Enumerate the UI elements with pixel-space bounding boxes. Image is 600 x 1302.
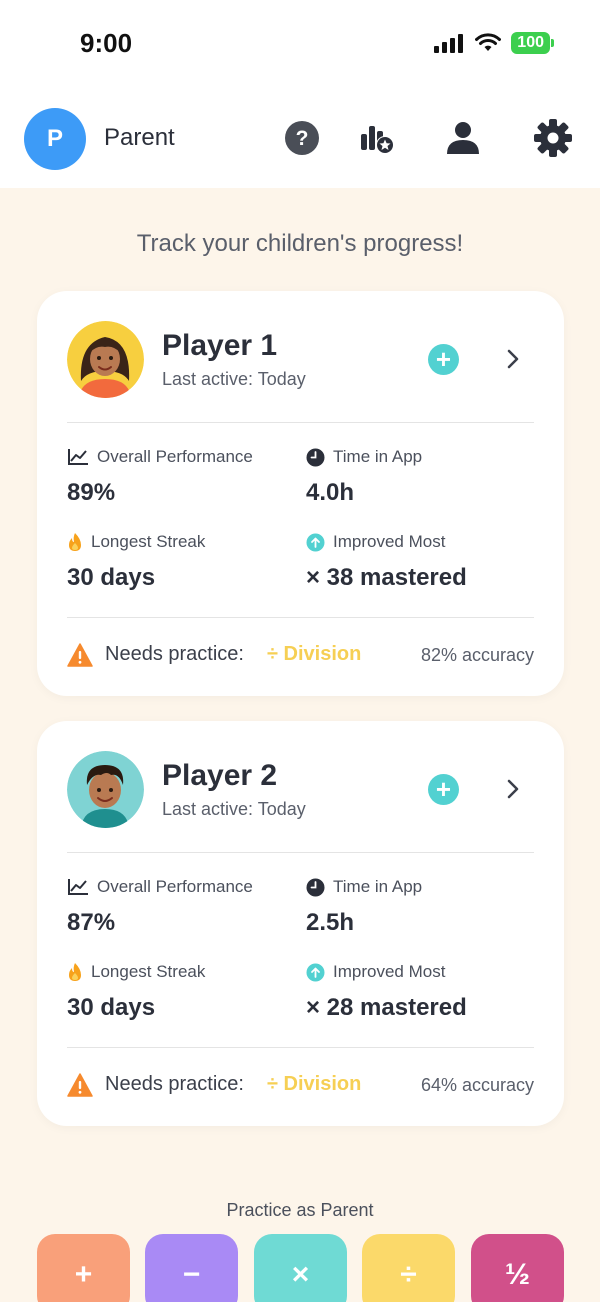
needs-practice: Needs practice: ÷ Division 82% accuracy: [67, 641, 534, 671]
arrow-up-circle-icon: [306, 533, 325, 551]
needs-practice-accuracy: 64% accuracy: [420, 1075, 534, 1095]
longest-streak-value: 30 days: [67, 564, 156, 591]
player-avatar: [67, 321, 144, 398]
flame-icon: [69, 533, 81, 551]
time-in-app-label: Time in App: [306, 447, 422, 467]
subtraction-button[interactable]: −: [145, 1234, 238, 1302]
flame-icon: [69, 963, 81, 981]
time-in-app-label: Time in App: [306, 877, 422, 897]
time-in-app-value: 4.0h: [306, 479, 355, 506]
leaderboard-icon[interactable]: [358, 118, 398, 158]
tagline: Track your children's progress!: [136, 230, 464, 257]
last-active: Last active: Today: [162, 369, 306, 389]
chevron-right-icon[interactable]: [503, 777, 523, 801]
status-bar: 9:00 100: [0, 0, 600, 90]
overall-performance-value: 89%: [67, 479, 116, 506]
warning-icon: [67, 1073, 93, 1097]
chevron-right-icon[interactable]: [503, 347, 523, 371]
needs-practice: Needs practice: ÷ Division 64% accuracy: [67, 1071, 534, 1101]
clock-icon: [306, 878, 325, 896]
addition-button[interactable]: +: [37, 1234, 130, 1302]
add-button[interactable]: +: [428, 344, 459, 375]
needs-practice-accuracy: 82% accuracy: [420, 645, 534, 665]
help-icon[interactable]: ?: [282, 118, 322, 158]
header: P Parent ?: [0, 90, 600, 188]
improved-most-label: Improved Most: [306, 962, 445, 982]
improved-most-label: Improved Most: [306, 532, 445, 552]
divider: [67, 617, 534, 618]
status-time: 9:00: [80, 28, 133, 58]
practice-title: Practice as Parent: [226, 1200, 374, 1220]
overall-performance-value: 87%: [67, 909, 116, 936]
needs-practice-topic: ÷ Division: [267, 643, 362, 665]
player-card[interactable]: Player 2 Last active: Today + Overall Pe…: [37, 721, 564, 1126]
needs-practice-label: Needs practice:: [105, 1073, 244, 1095]
trend-chart-icon: [68, 449, 88, 465]
division-button[interactable]: ÷: [362, 1234, 455, 1302]
player-name: Player 1: [162, 329, 278, 362]
divider: [67, 852, 534, 853]
settings-icon[interactable]: [533, 118, 573, 158]
overall-performance-label: Overall Performance: [67, 447, 253, 467]
trend-chart-icon: [68, 879, 88, 895]
divider: [67, 422, 534, 423]
improved-most-value: × 38 mastered: [306, 564, 467, 591]
status-icons: 100: [433, 32, 554, 54]
overall-performance-label: Overall Performance: [67, 877, 253, 897]
parent-avatar[interactable]: P: [24, 108, 86, 170]
last-active: Last active: Today: [162, 799, 306, 819]
multiplication-button[interactable]: ×: [254, 1234, 347, 1302]
longest-streak-label: Longest Streak: [67, 962, 205, 982]
needs-practice-label: Needs practice:: [105, 643, 244, 665]
signal-icon: [434, 34, 464, 53]
arrow-up-circle-icon: [306, 963, 325, 981]
divider: [67, 1047, 534, 1048]
longest-streak-value: 30 days: [67, 994, 156, 1021]
fractions-button[interactable]: ½: [471, 1234, 564, 1302]
wifi-icon: [475, 33, 502, 51]
clock-icon: [306, 448, 325, 466]
warning-icon: [67, 643, 93, 667]
needs-practice-topic: ÷ Division: [267, 1073, 362, 1095]
player-avatar: [67, 751, 144, 828]
player-name: Player 2: [162, 759, 278, 792]
add-button[interactable]: +: [428, 774, 459, 805]
player-card[interactable]: Player 1 Last active: Today + Overall Pe…: [37, 291, 564, 696]
battery-icon: 100: [511, 32, 554, 54]
svg-text:?: ?: [296, 127, 309, 150]
parent-name: Parent: [104, 124, 175, 151]
time-in-app-value: 2.5h: [306, 909, 355, 936]
profile-icon[interactable]: [443, 118, 483, 158]
improved-most-value: × 28 mastered: [306, 994, 467, 1021]
longest-streak-label: Longest Streak: [67, 532, 205, 552]
